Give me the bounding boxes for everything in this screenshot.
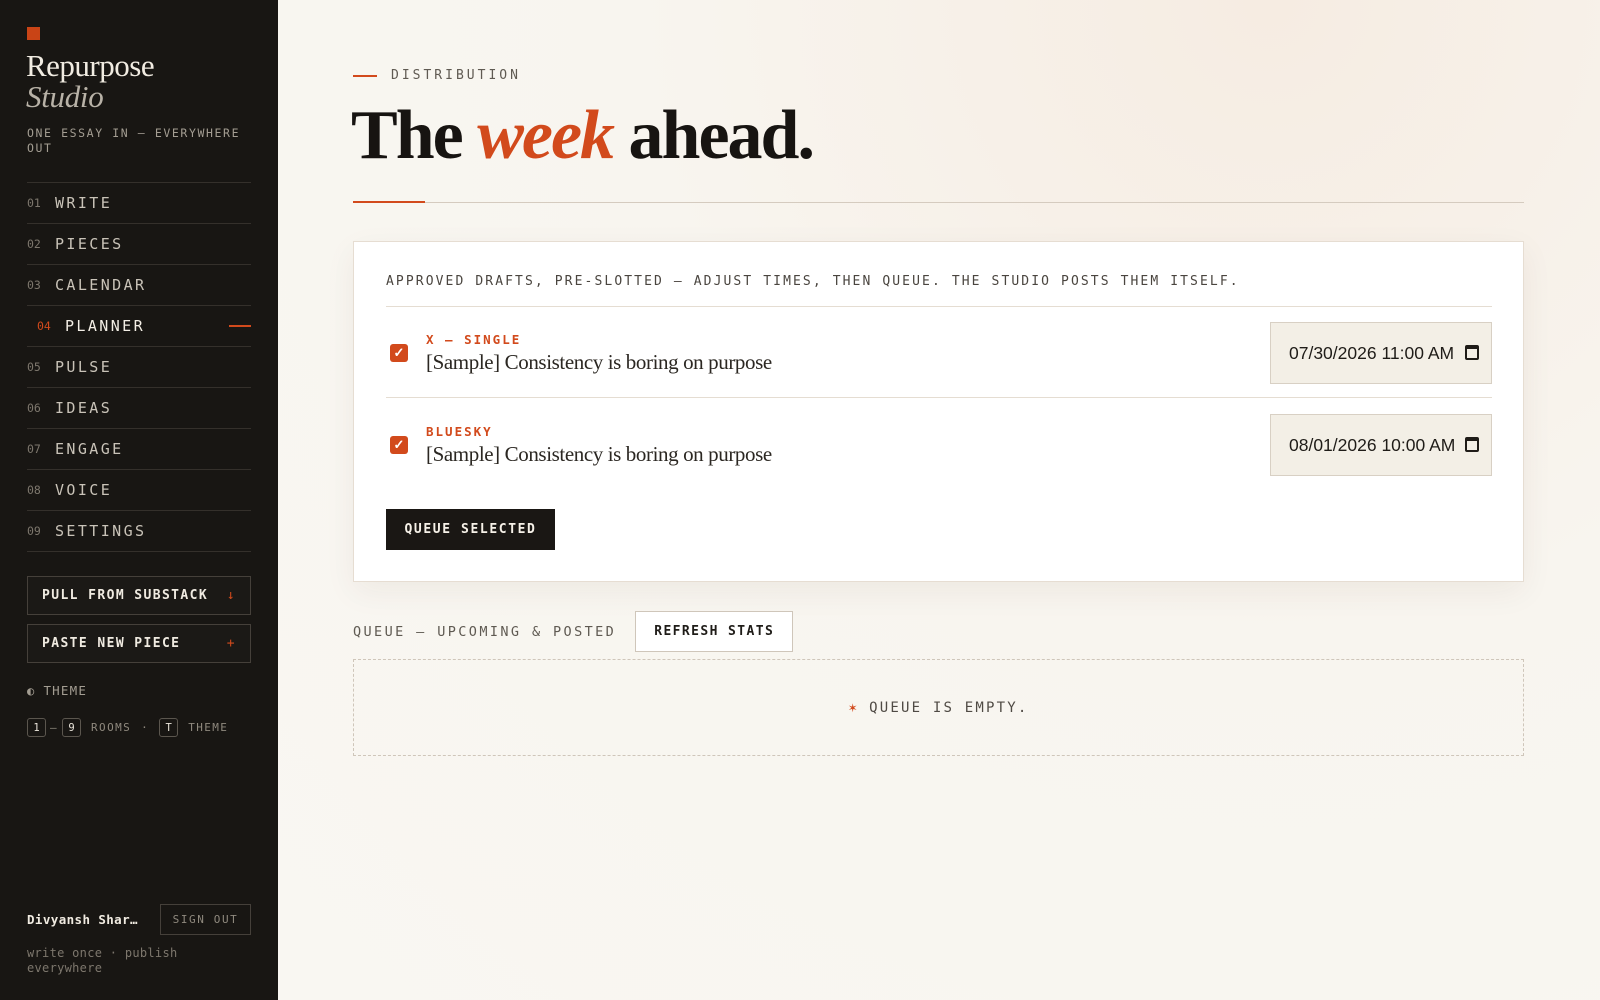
button-label: PASTE NEW PIECE	[42, 636, 181, 651]
nav-number: 03	[27, 278, 41, 292]
draft-row: ✓ BLUESKY [Sample] Consistency is boring…	[386, 399, 1492, 490]
user-row: Divyansh Shar… SIGN OUT	[27, 904, 251, 935]
draft-title: [Sample] Consistency is boring on purpos…	[426, 442, 772, 466]
nav-item-write[interactable]: 01 WRITE	[27, 183, 251, 224]
nav-item-pieces[interactable]: 02 PIECES	[27, 224, 251, 265]
nav-item-pulse[interactable]: 05 PULSE	[27, 347, 251, 388]
keyboard-shortcuts-hint: 1 – 9 ROOMS · T THEME	[27, 718, 228, 737]
kbd-key: 1	[27, 718, 46, 737]
kbd-key: 9	[62, 718, 82, 737]
datetime-value: 07/30/2026 11:00 AM	[1289, 342, 1455, 363]
button-label: PULL FROM SUBSTACK	[42, 588, 209, 603]
title-accent: week	[477, 97, 615, 174]
tagline: ONE ESSAY IN — EVERYWHERE OUT	[27, 126, 241, 155]
shortcut-theme-label: THEME	[188, 721, 229, 734]
star-icon: ✶	[848, 699, 860, 716]
datetime-input[interactable]: 07/30/2026 11:00 AM	[1270, 322, 1492, 384]
datetime-input[interactable]: 08/01/2026 10:00 AM	[1270, 414, 1492, 476]
sign-out-button[interactable]: SIGN OUT	[160, 904, 251, 935]
nav-label: SETTINGS	[55, 522, 147, 540]
queue-heading: QUEUE — UPCOMING & POSTED	[353, 623, 617, 640]
draft-network: BLUESKY	[426, 424, 493, 439]
queue-selected-button[interactable]: QUEUE SELECTED	[386, 509, 555, 550]
nav-label: CALENDAR	[55, 276, 147, 294]
nav-item-engage[interactable]: 07 ENGAGE	[27, 429, 251, 470]
section-eyebrow: DISTRIBUTION	[353, 68, 521, 83]
draft-checkbox[interactable]: ✓	[390, 436, 408, 454]
nav-label: ENGAGE	[55, 440, 124, 458]
plus-icon: +	[226, 636, 236, 651]
user-name: Divyansh Shar…	[27, 912, 138, 927]
queue-header: QUEUE — UPCOMING & POSTED REFRESH STATS	[353, 611, 794, 652]
draft-checkbox[interactable]: ✓	[390, 344, 408, 362]
nav-number: 02	[27, 237, 41, 251]
theme-label: THEME	[43, 683, 88, 698]
nav-label: PLANNER	[65, 317, 146, 335]
refresh-stats-button[interactable]: REFRESH STATS	[635, 611, 794, 652]
brand[interactable]: Repurpose Studio	[26, 48, 155, 114]
nav-label: VOICE	[55, 481, 113, 499]
nav-label: IDEAS	[55, 399, 113, 417]
half-circle-icon: ◐	[27, 683, 36, 698]
draft-title: [Sample] Consistency is boring on purpos…	[426, 350, 772, 374]
planner-intro: APPROVED DRAFTS, PRE-SLOTTED — ADJUST TI…	[386, 274, 1240, 289]
nav-number: 06	[27, 401, 41, 415]
shortcut-rooms-label: ROOMS	[91, 721, 132, 734]
draft-row: ✓ X — SINGLE [Sample] Consistency is bor…	[386, 307, 1492, 398]
empty-message: QUEUE IS EMPTY.	[869, 699, 1029, 716]
theme-toggle[interactable]: ◐ THEME	[27, 683, 87, 698]
title-start: The	[351, 97, 478, 174]
pull-from-substack-button[interactable]: PULL FROM SUBSTACK ↓	[27, 576, 251, 615]
logo-mark	[27, 27, 40, 40]
nav-item-planner[interactable]: 04 PLANNER	[27, 306, 251, 347]
eyebrow-dash	[353, 74, 377, 77]
title-divider	[353, 202, 1524, 203]
brand-name: Repurpose	[26, 48, 155, 83]
active-indicator	[229, 325, 251, 327]
nav-number: 07	[27, 442, 41, 456]
footer-tagline: write once · publish everywhere	[27, 946, 178, 975]
shortcut-dot: ·	[141, 721, 150, 734]
nav-number: 08	[27, 483, 41, 497]
nav-item-voice[interactable]: 08 VOICE	[27, 470, 251, 511]
nav-number: 09	[27, 524, 41, 538]
sidebar: Repurpose Studio ONE ESSAY IN — EVERYWHE…	[0, 0, 278, 1000]
page-title: The week ahead.	[351, 96, 815, 176]
nav-label: WRITE	[55, 194, 113, 212]
title-end: ahead.	[613, 97, 815, 174]
calendar-icon[interactable]	[1465, 345, 1479, 360]
datetime-value: 08/01/2026 10:00 AM	[1289, 434, 1456, 455]
nav-number: 04	[37, 319, 51, 333]
arrow-down-icon: ↓	[226, 588, 236, 603]
brand-subname: Studio	[26, 79, 104, 114]
main-nav: 01 WRITE 02 PIECES 03 CALENDAR 04 PLANNE…	[27, 182, 251, 552]
kbd-separator: –	[50, 721, 59, 734]
eyebrow-label: DISTRIBUTION	[391, 68, 521, 83]
calendar-icon[interactable]	[1465, 437, 1479, 452]
title-divider-accent	[353, 201, 425, 203]
nav-item-calendar[interactable]: 03 CALENDAR	[27, 265, 251, 306]
kbd-key: T	[159, 718, 179, 737]
draft-network: X — SINGLE	[426, 332, 522, 347]
paste-new-piece-button[interactable]: PASTE NEW PIECE +	[27, 624, 251, 663]
nav-label: PULSE	[55, 358, 113, 376]
nav-item-settings[interactable]: 09 SETTINGS	[27, 511, 251, 552]
main-content: DISTRIBUTION The week ahead. APPROVED DR…	[278, 0, 1600, 1000]
nav-number: 05	[27, 360, 41, 374]
nav-label: PIECES	[55, 235, 124, 253]
nav-number: 01	[27, 196, 41, 210]
queue-empty-state: ✶ QUEUE IS EMPTY.	[353, 659, 1524, 756]
nav-item-ideas[interactable]: 06 IDEAS	[27, 388, 251, 429]
planner-card: APPROVED DRAFTS, PRE-SLOTTED — ADJUST TI…	[353, 241, 1524, 582]
